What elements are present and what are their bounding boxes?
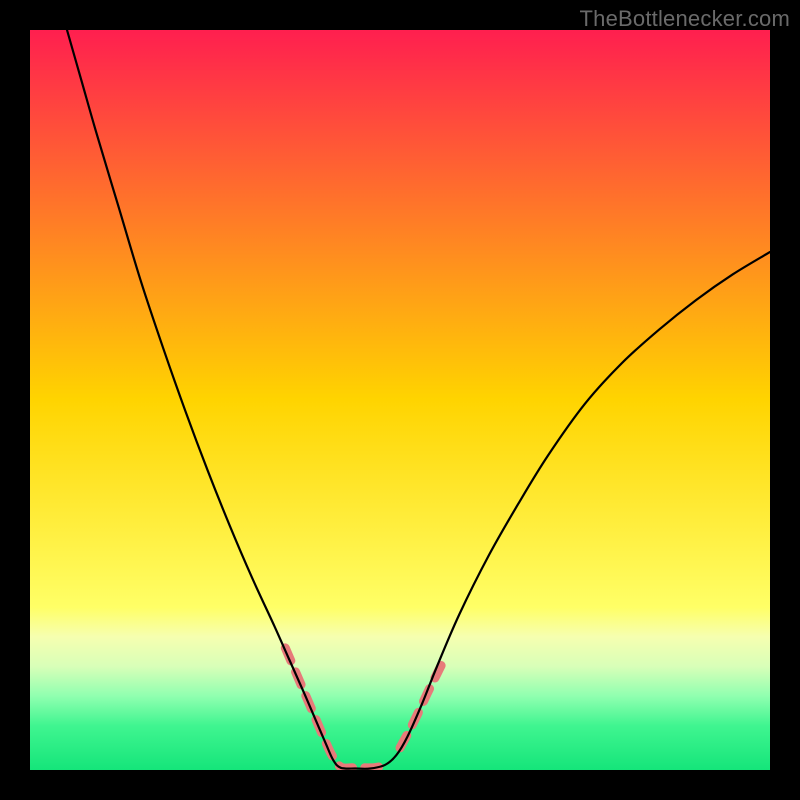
chart-svg <box>30 30 770 770</box>
chart-frame: TheBottlenecker.com <box>0 0 800 800</box>
gradient-background <box>30 30 770 770</box>
watermark-text: TheBottlenecker.com <box>580 6 790 32</box>
plot-area <box>30 30 770 770</box>
